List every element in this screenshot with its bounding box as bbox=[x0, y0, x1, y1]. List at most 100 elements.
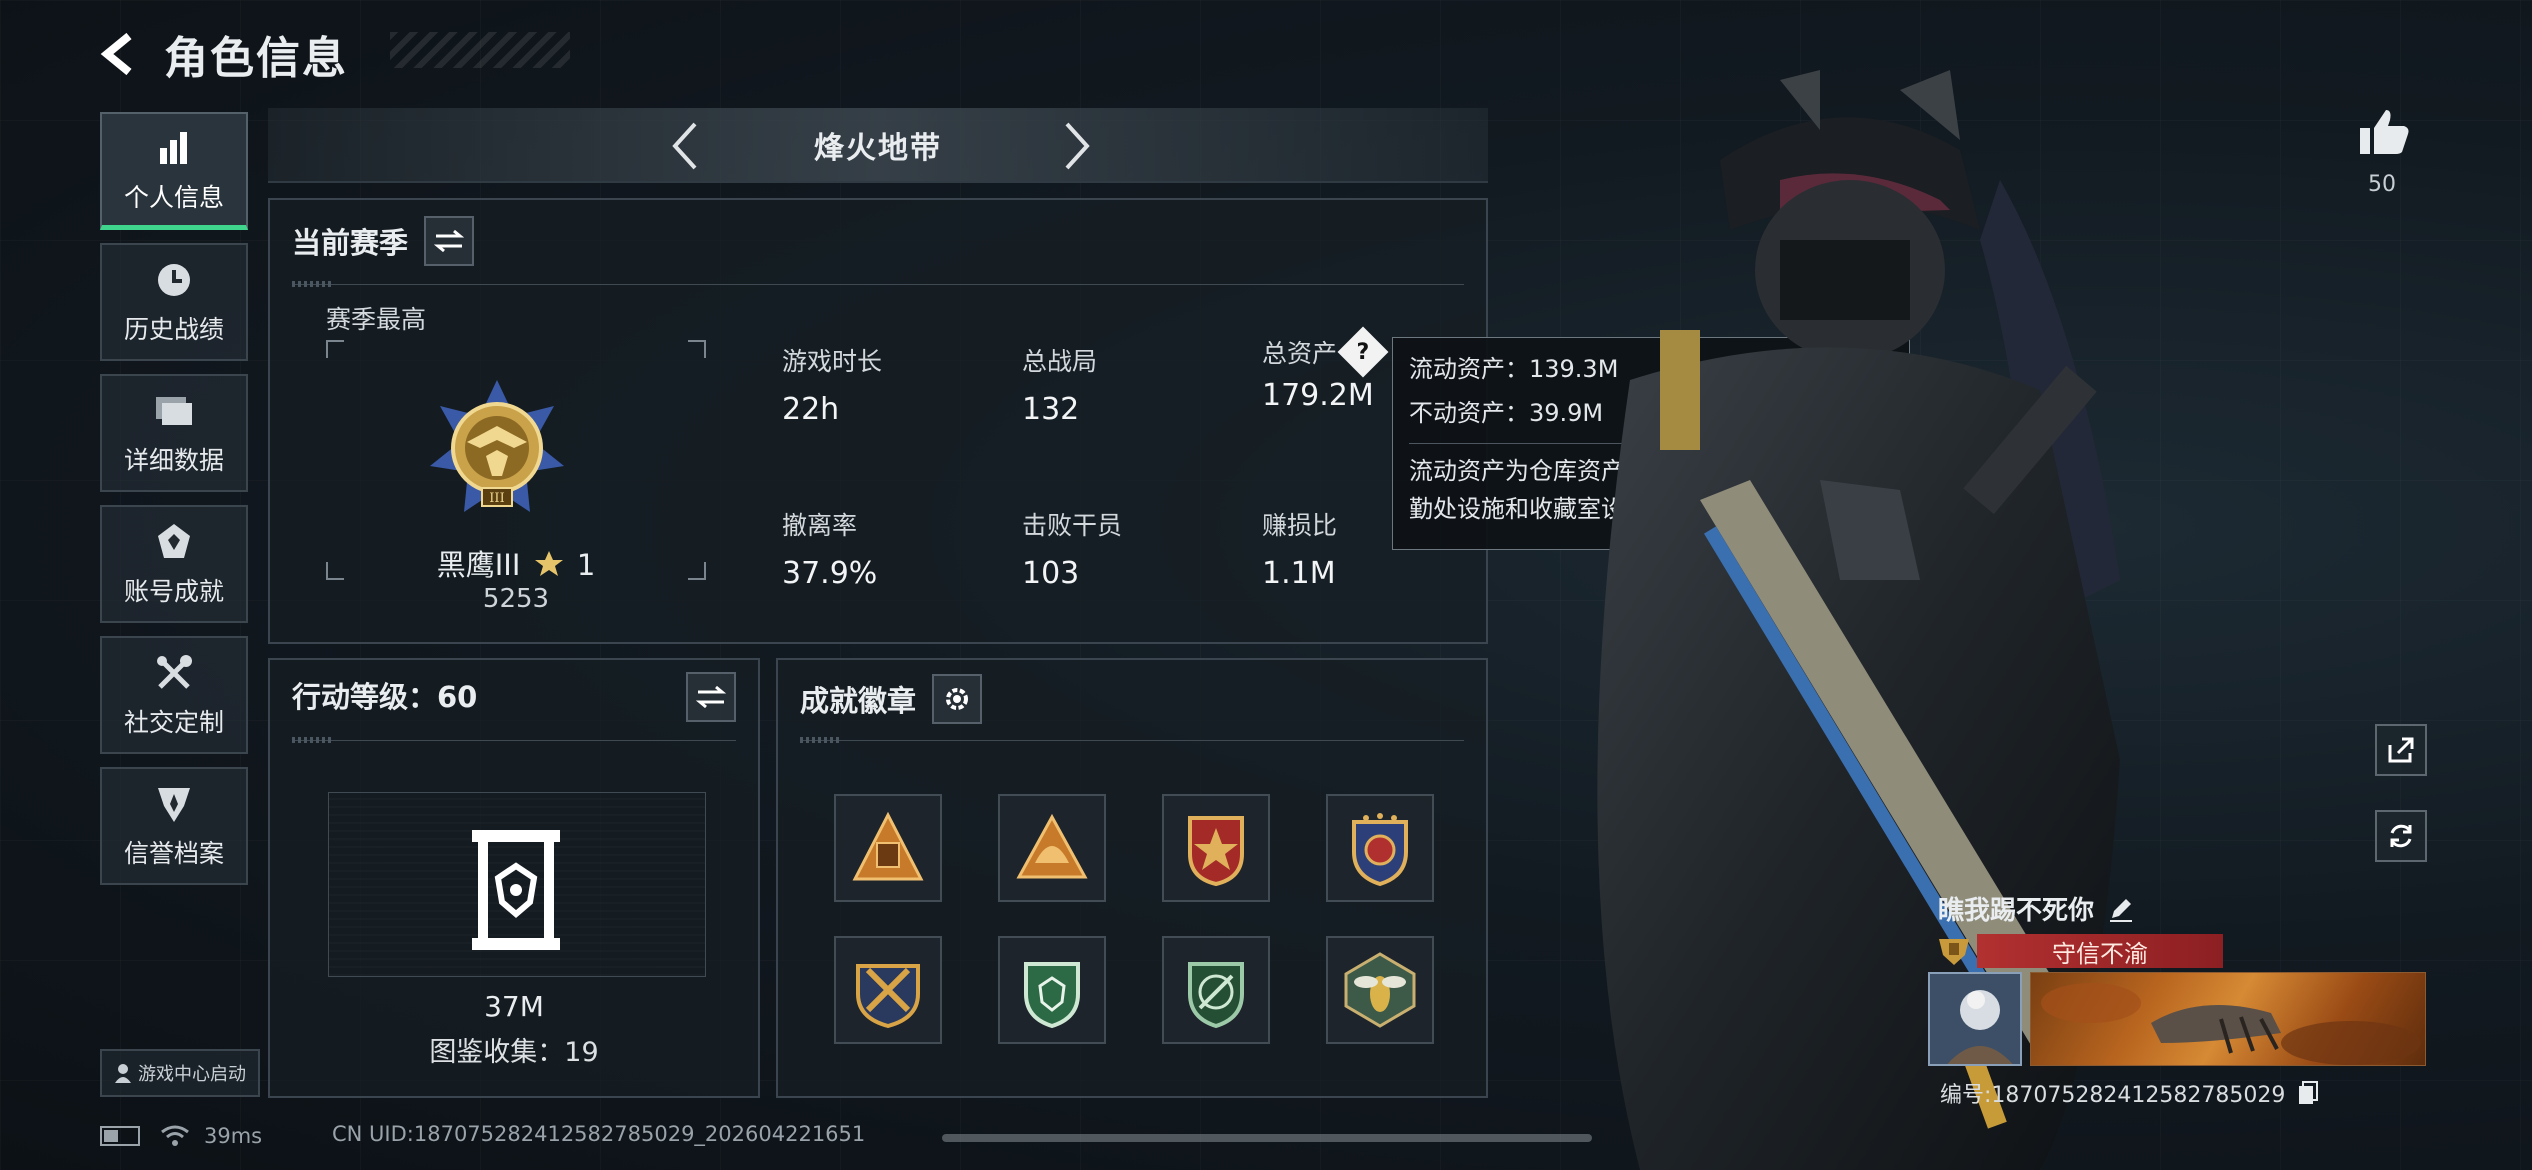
nav-label: 账号成就 bbox=[123, 577, 224, 606]
vault-icon bbox=[472, 830, 560, 950]
medal-pyramid[interactable] bbox=[834, 794, 942, 902]
stat-label: 撤离率 bbox=[782, 511, 858, 540]
folder-icon bbox=[152, 389, 196, 433]
target-medal-icon bbox=[1188, 962, 1244, 1029]
nav-item-credit[interactable]: 信誉档案 bbox=[100, 767, 248, 885]
shield-medal-icon bbox=[1352, 813, 1408, 887]
refresh-icon bbox=[2390, 824, 2412, 848]
player-id-text: 编号:187075282412582785029 bbox=[1940, 1083, 2286, 1108]
badge-settings-button[interactable] bbox=[932, 674, 983, 724]
help-glyph: ? bbox=[1356, 339, 1370, 365]
share-icon bbox=[2388, 737, 2414, 763]
game-center-launch-button[interactable]: 游戏中心启动 bbox=[100, 1049, 260, 1097]
divider bbox=[292, 737, 736, 743]
medal-shield[interactable] bbox=[1326, 794, 1434, 902]
mode-next-button[interactable] bbox=[1050, 118, 1106, 174]
season-panel: 当前赛季 赛季最高 III 黑鹰III 1 5253 游戏时长 22h 总战局 … bbox=[268, 198, 1488, 644]
nav-item-history[interactable]: 历史战绩 bbox=[100, 243, 248, 361]
action-level-panel: 行动等级：60 37M 图鉴收集：19 bbox=[268, 658, 760, 1098]
season-title: 当前赛季 bbox=[292, 226, 409, 260]
wifi-icon bbox=[161, 1125, 189, 1146]
swap-icon bbox=[696, 685, 726, 709]
svg-text:III: III bbox=[489, 491, 504, 506]
nav-label: 详细数据 bbox=[123, 446, 224, 475]
user-icon bbox=[115, 1064, 131, 1083]
share-button[interactable] bbox=[2375, 724, 2427, 776]
profile-banner[interactable] bbox=[2030, 972, 2426, 1066]
player-name: 瞧我踢不死你 bbox=[1938, 890, 2136, 927]
title-decoration bbox=[390, 32, 570, 68]
nav-label: 个人信息 bbox=[123, 182, 224, 212]
mode-selector: 烽火地带 bbox=[268, 108, 1488, 183]
battery-icon bbox=[100, 1126, 140, 1146]
medal-crossed[interactable] bbox=[834, 936, 942, 1044]
gear-icon bbox=[946, 688, 969, 710]
rank-points: 5253 bbox=[482, 584, 550, 614]
stat-value: 132 bbox=[1022, 392, 1080, 427]
wasp-medal-icon bbox=[1344, 952, 1416, 1028]
medal-wasp[interactable] bbox=[1326, 936, 1434, 1044]
action-switch-button[interactable] bbox=[686, 672, 736, 722]
status-bar: 39ms bbox=[100, 1118, 262, 1154]
player-id: 编号:187075282412582785029 bbox=[1940, 1077, 2321, 1109]
green-shield-medal-icon bbox=[1024, 962, 1080, 1029]
stat-value: 103 bbox=[1022, 556, 1080, 591]
season-best-label: 赛季最高 bbox=[326, 305, 427, 334]
nav-item-achievements[interactable]: 账号成就 bbox=[100, 505, 248, 623]
nav-label: 信誉档案 bbox=[123, 839, 224, 868]
avatar-image bbox=[1930, 974, 2020, 1064]
back-arrow-icon[interactable] bbox=[96, 31, 142, 77]
clock-icon bbox=[152, 258, 196, 302]
edit-icon[interactable] bbox=[2106, 894, 2136, 924]
medal-helmet[interactable] bbox=[998, 794, 1106, 902]
rank-stars: 1 bbox=[576, 548, 596, 582]
page-header: 角色信息 bbox=[96, 22, 348, 86]
helmet-medal-icon bbox=[1016, 813, 1088, 879]
like-button[interactable] bbox=[2356, 104, 2412, 160]
like-count: 50 bbox=[2368, 172, 2396, 197]
tools-icon bbox=[152, 651, 196, 695]
stat-play-time: 游戏时长 22h bbox=[782, 342, 1002, 427]
medal-green-shield[interactable] bbox=[998, 936, 1106, 1044]
avatar[interactable] bbox=[1928, 972, 2022, 1066]
side-nav: 个人信息 历史战绩 详细数据 账号成就 社交定制 信誉档案 bbox=[100, 112, 248, 898]
nav-item-details[interactable]: 详细数据 bbox=[100, 374, 248, 492]
nav-item-personal-info[interactable]: 个人信息 bbox=[100, 112, 248, 230]
refresh-button[interactable] bbox=[2375, 810, 2427, 862]
player-title-row: 守信不渝 bbox=[1935, 934, 2223, 968]
stat-label-text: 总资产 bbox=[1262, 339, 1338, 368]
bar-chart-icon bbox=[152, 126, 196, 170]
help-icon[interactable]: ? bbox=[1337, 326, 1389, 378]
horizontal-scrollbar[interactable] bbox=[942, 1134, 1592, 1142]
mode-prev-button[interactable] bbox=[656, 118, 712, 174]
pyramid-medal-icon bbox=[852, 811, 924, 881]
nav-item-social[interactable]: 社交定制 bbox=[100, 636, 248, 754]
divider bbox=[292, 281, 1464, 287]
ping-text: 39ms bbox=[204, 1124, 263, 1148]
achievement-icon bbox=[152, 520, 196, 564]
achievement-badge-panel: 成就徽章 bbox=[776, 658, 1488, 1098]
nav-label: 社交定制 bbox=[123, 708, 224, 737]
credit-icon bbox=[152, 782, 196, 826]
title-plate: 守信不渝 bbox=[1977, 934, 2223, 968]
season-header: 当前赛季 bbox=[292, 216, 475, 266]
launch-label: 游戏中心启动 bbox=[138, 1064, 246, 1085]
stat-label: 游戏时长 bbox=[782, 347, 883, 376]
stat-value: 22h bbox=[782, 392, 840, 427]
swap-icon bbox=[434, 229, 465, 253]
stat-label: 总战局 bbox=[1022, 347, 1098, 376]
player-name-text: 瞧我踢不死你 bbox=[1938, 896, 2095, 926]
stat-label: 击败干员 bbox=[1022, 511, 1123, 540]
medal-target[interactable] bbox=[1162, 936, 1270, 1044]
divider bbox=[800, 737, 1464, 743]
season-switch-button[interactable] bbox=[424, 216, 475, 266]
banner-image bbox=[2041, 983, 2421, 1065]
mode-title: 烽火地带 bbox=[814, 130, 942, 166]
badge-title: 成就徽章 bbox=[800, 684, 917, 718]
title-badge-icon bbox=[1939, 939, 1969, 965]
stat-operators-defeated: 击败干员 103 bbox=[1022, 506, 1242, 591]
thumbs-up-icon bbox=[2360, 110, 2409, 154]
medal-star[interactable] bbox=[1162, 794, 1270, 902]
copy-icon[interactable] bbox=[2295, 1080, 2321, 1106]
stat-value: 37.9% bbox=[782, 556, 878, 591]
